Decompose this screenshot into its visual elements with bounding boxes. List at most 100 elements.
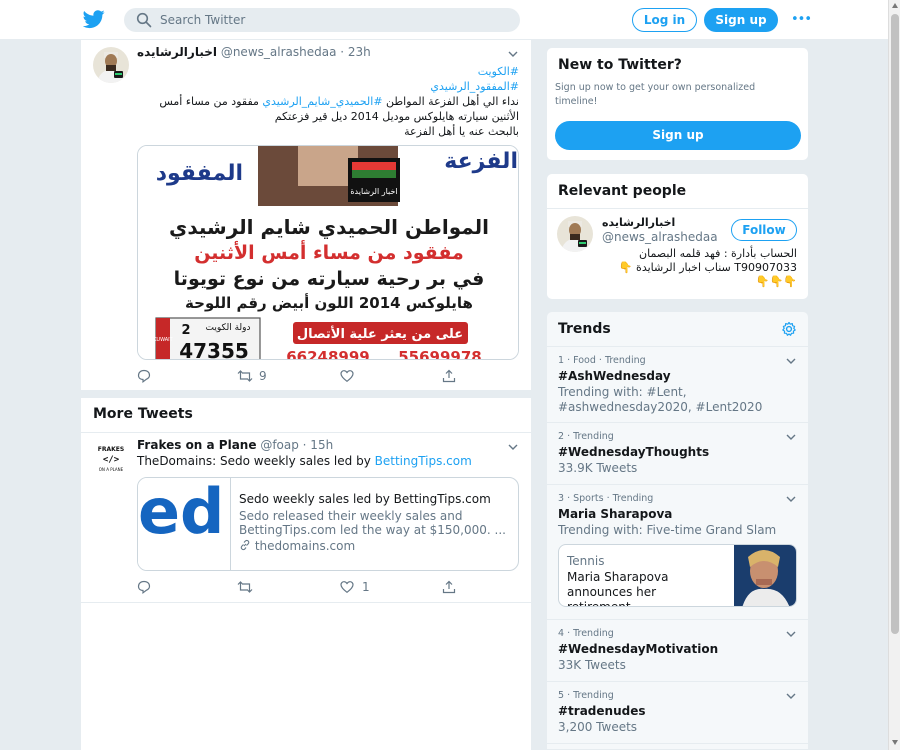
reply-icon [137, 580, 151, 594]
author-name[interactable]: Frakes on a Plane [137, 438, 257, 452]
tweet-text-part: نداء الي أهل الفزعة المواطن [382, 95, 519, 108]
panel-subtitle-line: Sign up now to get your own personalized [555, 82, 756, 93]
trend-meta: 2 · Trending [558, 431, 614, 442]
more-tweets-heading: More Tweets [93, 406, 193, 422]
chevron-down-icon[interactable] [785, 628, 797, 640]
signup-button[interactable]: Sign up [704, 8, 778, 32]
tweet[interactable]: اخبارالرشايده @news_alrashedaa · 23h #ال… [81, 40, 531, 390]
like-count: 1 [362, 580, 370, 594]
timeline-column: اخبارالرشايده @news_alrashedaa · 23h #ال… [81, 40, 531, 750]
card-domain-text: thedomains.com [254, 539, 356, 553]
retweet-count: 9 [259, 369, 267, 383]
trend-item[interactable]: 1 · Food · Trending #AshWednesday Trendi… [547, 347, 808, 423]
search-icon [136, 12, 152, 28]
retweet-icon [237, 370, 253, 382]
poster-line-1: المواطن الحميدي شايم الرشيدي [169, 215, 489, 240]
more-options-icon[interactable]: ••• [790, 8, 812, 32]
avatar[interactable]: FRAKES </> ON A PLANE [93, 440, 129, 476]
chevron-down-icon[interactable] [785, 690, 797, 702]
trends-panel: Trends 1 · Food · Trending #AshWednesday… [546, 311, 809, 750]
link-icon [240, 539, 250, 551]
avatar-text-top: FRAKES [98, 446, 124, 453]
panel-subtitle: Sign up now to get your own personalized… [555, 81, 775, 109]
retweet-button[interactable] [237, 579, 257, 595]
scroll-down-arrow-icon[interactable] [892, 740, 898, 745]
chevron-down-icon[interactable] [785, 355, 797, 367]
bio-line: T90907033 سناب اخبار الرشايدة 👇 [618, 261, 797, 274]
trend-tweet-count: 3,200 Tweets [558, 720, 638, 734]
trend-item[interactable]: 4 · Trending #WednesdayMotivation 33K Tw… [547, 620, 808, 682]
poster-line-3: في بر رحية سيارته من نوع تويوتا [174, 268, 485, 290]
avatar[interactable] [93, 47, 129, 83]
card-domain: thedomains.com [239, 539, 355, 553]
share-button[interactable] [442, 579, 462, 595]
tweet-link[interactable]: BettingTips.com [375, 454, 472, 468]
plate-code: 2 [181, 323, 190, 338]
scroll-up-arrow-icon[interactable] [892, 3, 898, 8]
reply-icon [137, 369, 151, 383]
twitter-logo-icon[interactable] [83, 8, 105, 30]
tweet-actions: 9 [137, 368, 467, 384]
retweet-button[interactable]: 9 [237, 368, 277, 384]
poster-heading-right: الفزعة [444, 149, 518, 174]
share-icon [442, 369, 456, 383]
panel-title: Relevant people [558, 183, 687, 199]
signup-button[interactable]: Sign up [555, 121, 801, 150]
person-handle[interactable]: @news_alrashedaa [602, 230, 718, 244]
link-preview-card[interactable]: ed Sedo weekly sales led by BettingTips.… [137, 477, 519, 571]
hashtag-link[interactable]: #الحميدي_شايم_الرشيدي [262, 95, 382, 108]
card-description: Sedo released their weekly sales and Bet… [239, 509, 509, 537]
login-button[interactable]: Log in [632, 8, 697, 32]
trend-item[interactable]: 2 · Trending #WednesdayThoughts 33.9K Tw… [547, 423, 808, 485]
plate-number: 47355 [179, 339, 249, 360]
new-to-twitter-panel: New to Twitter? Sign up now to get your … [546, 47, 809, 161]
hashtag-link[interactable]: #المفقود_الرشيدي [430, 80, 519, 93]
plate-country: دولة الكويت [206, 323, 251, 333]
tweet-text-line: الأثنين سيارته هايلوكس موديل 2014 ديل قي… [274, 110, 519, 123]
tweet-text-line: بالبحث عنه يا أهل الفزعة [404, 125, 519, 138]
page-scrollbar[interactable] [888, 0, 900, 750]
poster-phone-1: 66248999 [286, 348, 370, 360]
author-name[interactable]: اخبارالرشايده [137, 45, 217, 59]
divider [81, 602, 531, 603]
tweet-media-image[interactable]: اخبار الرشايدة المفقود الفزعة المواطن ال… [137, 145, 519, 360]
tweet-header: اخبارالرشايده @news_alrashedaa · 23h [137, 45, 497, 63]
trend-name: #AshWednesday [558, 369, 671, 383]
chevron-down-icon[interactable] [507, 48, 519, 60]
chevron-down-icon[interactable] [785, 431, 797, 443]
relevant-person[interactable]: اخبارالرشايده @news_alrashedaa Follow ال… [547, 209, 808, 299]
share-button[interactable] [442, 368, 462, 384]
poster-line-2: مفقود من مساء أمس الأثنين [194, 240, 464, 264]
author-handle-time[interactable]: @news_alrashedaa · 23h [221, 45, 371, 59]
news-headline-line: Maria Sharapova [567, 570, 669, 584]
settings-gear-icon[interactable] [781, 321, 797, 337]
chevron-down-icon[interactable] [507, 441, 519, 453]
tweet-actions: 1 [137, 579, 467, 595]
reply-button[interactable] [137, 579, 157, 595]
scrollbar-thumb[interactable] [891, 14, 899, 634]
person-name[interactable]: اخبارالرشايده [602, 216, 675, 229]
like-button[interactable] [340, 368, 360, 384]
like-button[interactable]: 1 [340, 579, 380, 595]
card-description-line: Sedo released their weekly sales and [239, 509, 463, 523]
author-handle-time[interactable]: @foap · 15h [260, 438, 333, 452]
hashtag-link[interactable]: #الكويت [478, 65, 519, 78]
reply-button[interactable] [137, 368, 157, 384]
search-box [124, 8, 520, 32]
trend-name: #WednesdayThoughts [558, 445, 710, 459]
top-navigation-bar: Log in Sign up ••• [0, 0, 888, 40]
trend-name: #WednesdayMotivation [558, 642, 719, 656]
trend-tweet-count: 33K Tweets [558, 658, 626, 672]
card-title: Sedo weekly sales led by BettingTips.com [239, 492, 491, 506]
trend-meta: 1 · Food · Trending [558, 355, 646, 366]
heart-icon [340, 581, 354, 594]
news-category: Tennis [567, 554, 605, 568]
retweet-icon [237, 581, 253, 593]
avatar-image [93, 47, 129, 83]
poster-line-4: هايلوكس 2014 اللون أبيض رقم اللوحة [185, 293, 473, 312]
follow-button[interactable]: Follow [731, 219, 797, 241]
chevron-down-icon[interactable] [785, 493, 797, 505]
trend-item[interactable]: 5 · Trending #tradenudes 3,200 Tweets [547, 682, 808, 744]
search-input[interactable] [160, 10, 500, 30]
trend-news-card[interactable]: Tennis Maria Sharapova announces her ret… [558, 544, 797, 607]
